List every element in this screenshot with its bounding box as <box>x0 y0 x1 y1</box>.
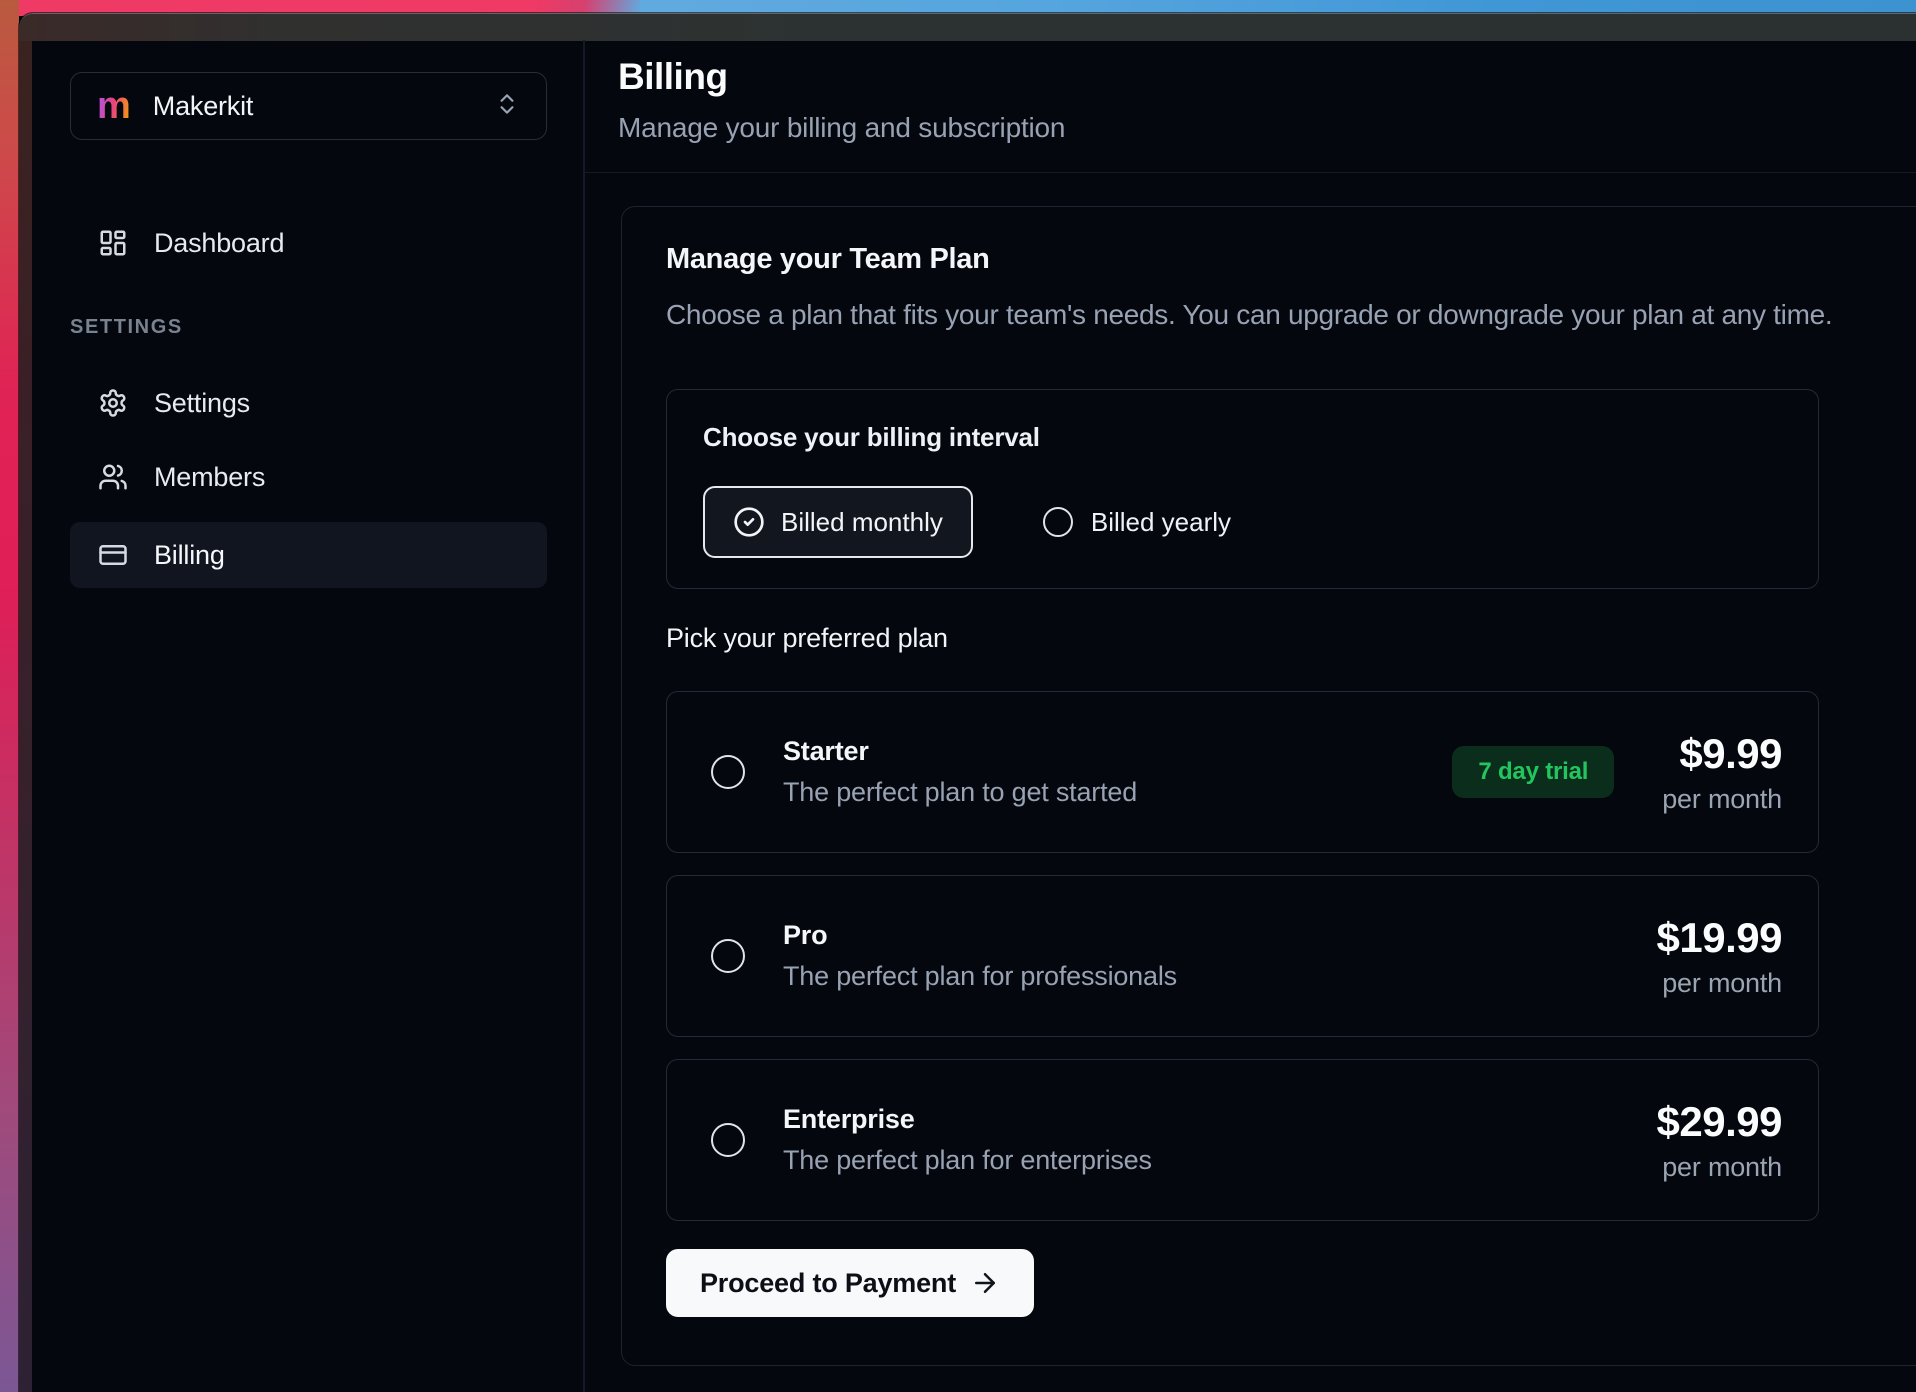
window-left-edge <box>19 41 32 1392</box>
dashboard-icon <box>98 228 128 258</box>
plan-row-pro[interactable]: Pro The perfect plan for professionals $… <box>666 875 1819 1037</box>
plan-period: per month <box>1662 784 1782 815</box>
sidebar-item-label: Billing <box>154 540 225 571</box>
proceed-to-payment-label: Proceed to Payment <box>700 1268 956 1299</box>
card-description: Choose a plan that fits your team's need… <box>666 299 1832 331</box>
plan-period: per month <box>1662 968 1782 999</box>
sidebar-item-label: Members <box>154 462 265 493</box>
wallpaper-left <box>0 0 19 1392</box>
team-plan-card: Manage your Team Plan Choose a plan that… <box>621 206 1916 1366</box>
chevrons-up-down-icon <box>494 91 520 122</box>
plan-price: $9.99 <box>1679 730 1782 778</box>
makerkit-logo-icon: m <box>97 87 131 125</box>
sidebar-item-settings[interactable]: Settings <box>70 372 547 434</box>
sidebar-item-label: Settings <box>154 388 250 419</box>
sidebar-item-dashboard[interactable]: Dashboard <box>70 212 547 274</box>
sidebar-item-members[interactable]: Members <box>70 446 547 508</box>
page-subtitle: Manage your billing and subscription <box>618 112 1065 144</box>
billing-interval-group: Choose your billing interval Billed mont… <box>666 389 1819 589</box>
sidebar-divider <box>583 40 585 1392</box>
plan-price: $29.99 <box>1657 1098 1782 1146</box>
radio-icon[interactable] <box>711 939 745 973</box>
plan-row-starter[interactable]: Starter The perfect plan to get started … <box>666 691 1819 853</box>
sidebar-section-label: SETTINGS <box>70 316 183 339</box>
plan-name: Enterprise <box>783 1104 1152 1135</box>
radio-icon[interactable] <box>711 1123 745 1157</box>
plans-heading: Pick your preferred plan <box>666 623 948 654</box>
trial-badge: 7 day trial <box>1452 746 1614 798</box>
arrow-right-icon <box>970 1268 1000 1298</box>
plan-period: per month <box>1662 1152 1782 1183</box>
plan-row-enterprise[interactable]: Enterprise The perfect plan for enterpri… <box>666 1059 1819 1221</box>
sidebar-item-label: Dashboard <box>154 228 284 259</box>
credit-card-icon <box>98 540 128 570</box>
workspace-name: Makerkit <box>153 91 253 122</box>
billed-monthly-option[interactable]: Billed monthly <box>703 486 973 558</box>
billed-yearly-option[interactable]: Billed yearly <box>1043 507 1231 538</box>
page-title: Billing <box>618 56 728 98</box>
header-divider <box>585 172 1916 173</box>
billed-monthly-label: Billed monthly <box>781 507 943 538</box>
billed-yearly-label: Billed yearly <box>1091 507 1231 538</box>
window-titlebar[interactable] <box>19 13 1916 41</box>
plan-name: Starter <box>783 736 1137 767</box>
plan-name: Pro <box>783 920 1177 951</box>
card-title: Manage your Team Plan <box>666 243 990 276</box>
circle-check-icon <box>733 506 765 538</box>
radio-icon[interactable] <box>711 755 745 789</box>
plan-price: $19.99 <box>1657 914 1782 962</box>
billing-interval-heading: Choose your billing interval <box>703 422 1040 453</box>
desktop: m Makerkit Dashboard SETTINGS Settings M… <box>0 0 1916 1392</box>
gear-icon <box>98 388 128 418</box>
proceed-to-payment-button[interactable]: Proceed to Payment <box>666 1249 1034 1317</box>
workspace-selector[interactable]: m Makerkit <box>70 72 547 140</box>
plan-description: The perfect plan for enterprises <box>783 1145 1152 1176</box>
plan-description: The perfect plan for professionals <box>783 961 1177 992</box>
users-icon <box>98 462 128 492</box>
sidebar-item-billing[interactable]: Billing <box>70 522 547 588</box>
radio-icon[interactable] <box>1043 507 1073 537</box>
plan-description: The perfect plan to get started <box>783 777 1137 808</box>
